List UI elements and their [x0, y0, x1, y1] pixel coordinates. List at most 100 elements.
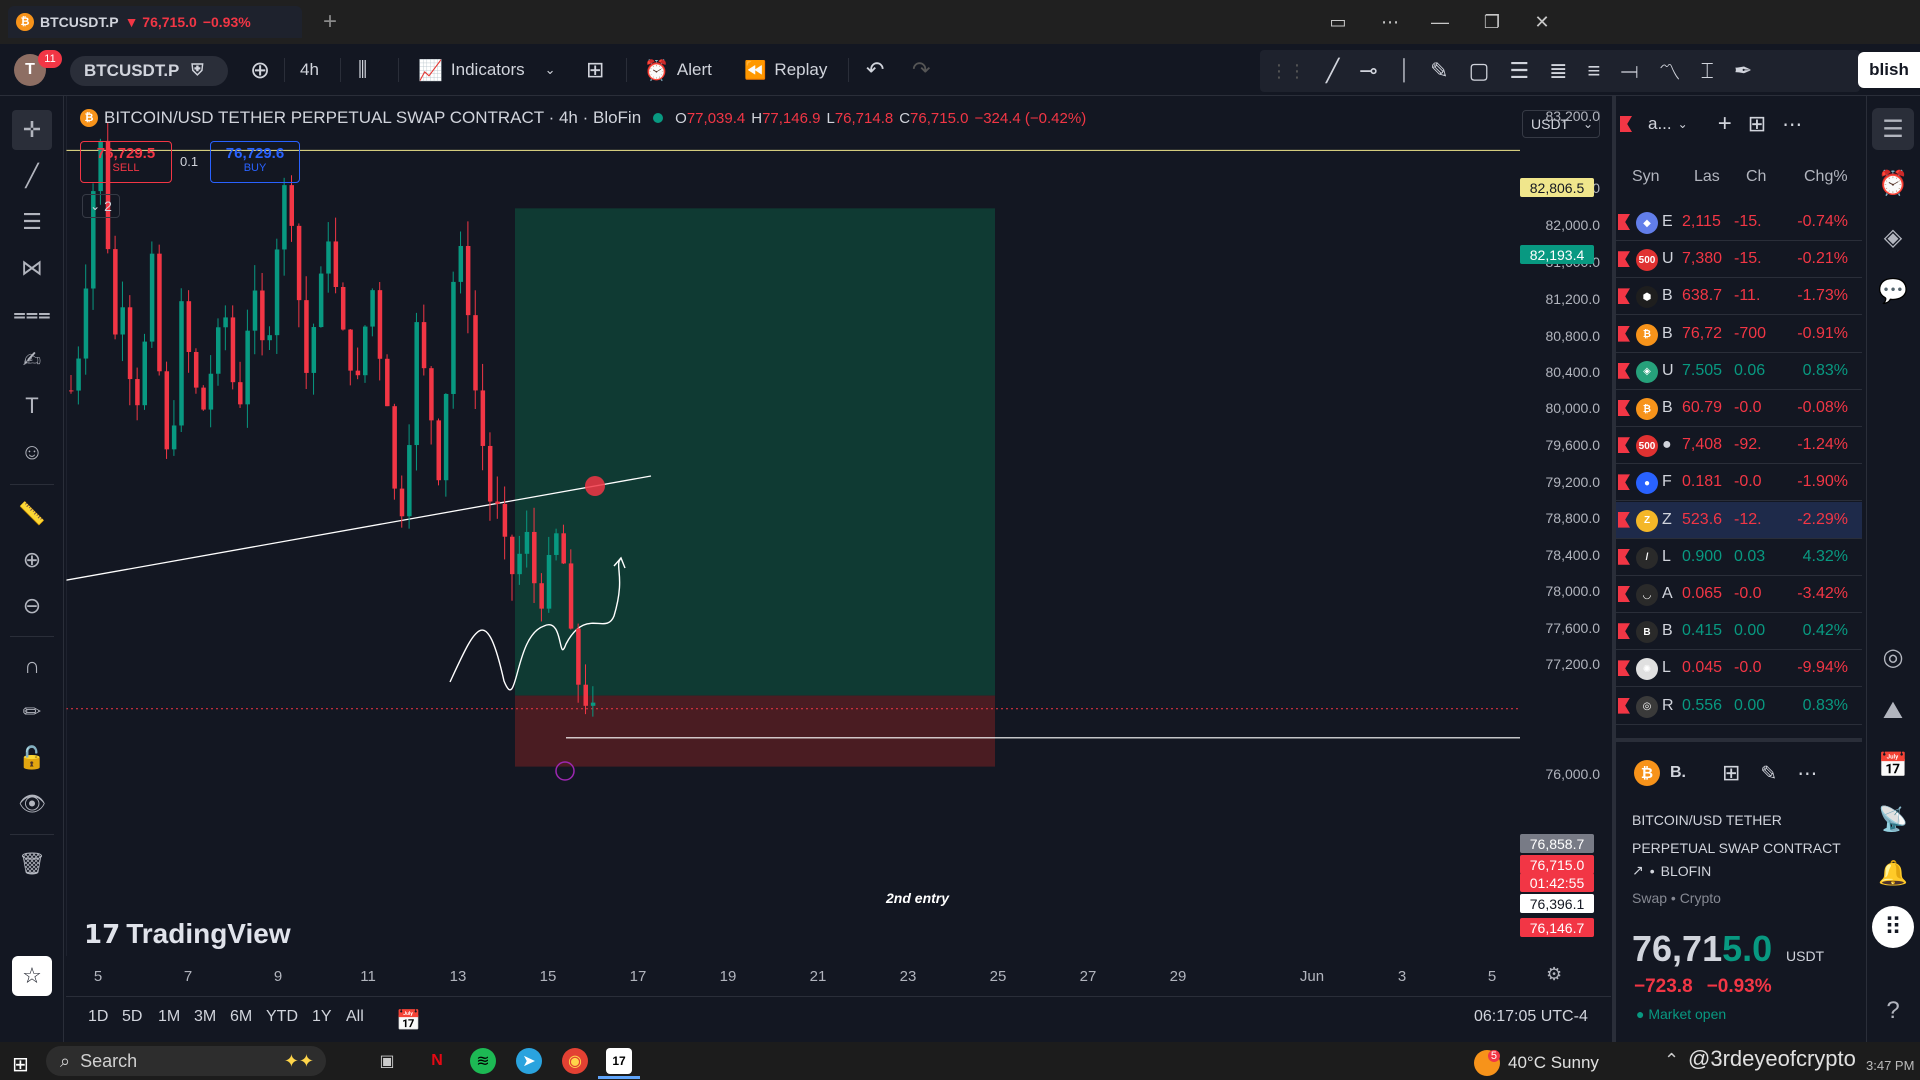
close-button[interactable]: ✕: [1522, 8, 1562, 36]
favorites-star-icon[interactable]: ☆: [12, 956, 52, 996]
interval-button[interactable]: 4h: [300, 52, 319, 88]
zoom-out-icon[interactable]: ⊖: [12, 586, 52, 626]
pitchfork-icon[interactable]: ≡: [1588, 58, 1601, 84]
measure-icon[interactable]: ⌶: [1701, 58, 1714, 84]
timeframe-button[interactable]: 1D: [88, 1008, 108, 1026]
path-icon[interactable]: 〽: [1659, 55, 1681, 87]
browser-tab[interactable]: ₿ BTCUSDT.P ▼ 76,715.0 −0.93%: [8, 6, 302, 38]
layout-icon[interactable]: ⊞: [1722, 760, 1740, 786]
flag-icon[interactable]: [1618, 660, 1630, 677]
cast-icon[interactable]: ▭: [1318, 8, 1358, 36]
watchlist-row[interactable]: ◆ E 2,115 -15. -0.74%: [1616, 204, 1862, 241]
netflix-icon[interactable]: N: [424, 1048, 450, 1074]
fib-tool-icon[interactable]: ☰: [12, 202, 52, 242]
timeframe-button[interactable]: 3M: [194, 1008, 216, 1026]
calendar-icon[interactable]: 📅: [1872, 744, 1914, 786]
chevron-up-icon[interactable]: ⌃: [1664, 1050, 1679, 1071]
flag-icon[interactable]: [1618, 400, 1630, 416]
flag-icon[interactable]: [1618, 586, 1630, 602]
flag-icon[interactable]: [1618, 251, 1630, 268]
watchlist-row[interactable]: / L 0.900 0.03 4.32%: [1616, 539, 1862, 576]
lock-icon[interactable]: 🔓: [12, 738, 52, 778]
watchlist-row[interactable]: B B 0.415 0.00 0.42%: [1616, 613, 1862, 651]
timeframe-button[interactable]: 5D: [122, 1008, 142, 1026]
col-change[interactable]: Ch: [1746, 168, 1766, 186]
clock[interactable]: 06:17:05 UTC-4: [1474, 1008, 1588, 1026]
flag-icon[interactable]: [1618, 325, 1630, 342]
emoji-icon[interactable]: ☺: [12, 432, 52, 472]
flag-icon[interactable]: [1618, 511, 1630, 528]
watchlist-row[interactable]: ₿ B 76,72 -700 -0.91%: [1616, 316, 1862, 353]
help-icon[interactable]: ?: [1872, 990, 1914, 1032]
crosshair-icon[interactable]: ✛: [12, 110, 52, 150]
chevron-down-icon[interactable]: ⌄: [1678, 117, 1688, 131]
add-symbol-icon[interactable]: +: [1718, 110, 1732, 138]
sell-button[interactable]: 76,729.5 SELL: [80, 141, 172, 183]
weather-widget[interactable]: 5 40°C Sunny: [1474, 1050, 1599, 1076]
fib-icon[interactable]: ≣: [1549, 58, 1567, 84]
trash-icon[interactable]: 🗑: [12, 844, 52, 884]
flag-icon[interactable]: [1618, 214, 1630, 230]
watchlist-row[interactable]: ₿ B 60.79 -0.0 -0.08%: [1616, 390, 1862, 427]
undo-icon[interactable]: ↶: [866, 52, 884, 88]
second-entry-annotation[interactable]: 2nd entry: [886, 890, 949, 906]
layout-grid-icon[interactable]: ⊞: [586, 52, 604, 88]
publish-button[interactable]: blish: [1858, 52, 1920, 88]
magnet-icon[interactable]: ∩: [12, 646, 52, 686]
settings-gear-icon[interactable]: ⚙: [1546, 964, 1562, 985]
more-options-icon[interactable]: ⋯: [1797, 761, 1817, 786]
flag-icon[interactable]: [1620, 116, 1632, 132]
flag-icon[interactable]: [1618, 548, 1630, 565]
minimize-button[interactable]: —: [1420, 8, 1460, 36]
more-icon[interactable]: ⋯: [1370, 8, 1410, 36]
vertical-line-icon[interactable]: ⏐: [1398, 58, 1410, 84]
col-last[interactable]: Las: [1694, 168, 1720, 186]
horizontal-ray-icon[interactable]: ⊸: [1359, 58, 1377, 84]
streams-icon[interactable]: 📡: [1872, 798, 1914, 840]
flag-icon[interactable]: [1618, 474, 1630, 491]
edit-icon[interactable]: ✎: [1760, 761, 1777, 786]
layers-icon[interactable]: ◈: [1872, 216, 1914, 258]
forecast-tool-icon[interactable]: ⩶: [12, 294, 52, 334]
apps-grid-icon[interactable]: ⠿: [1872, 906, 1914, 948]
collapse-indicators-button[interactable]: ⌄ 2: [82, 194, 120, 218]
details-exchange[interactable]: ↗ • BLOFIN: [1632, 862, 1711, 879]
symbol-search-button[interactable]: BTCUSDT.P ⛨: [70, 56, 228, 86]
col-change-percent[interactable]: Chg%: [1804, 168, 1848, 186]
horizontal-line-icon[interactable]: ⟞: [1620, 58, 1638, 84]
timeframe-button[interactable]: All: [346, 1008, 364, 1026]
rectangle-icon[interactable]: ▢: [1469, 58, 1490, 84]
replay-button[interactable]: ⏪ Replay: [744, 52, 827, 88]
timeframe-button[interactable]: 1Y: [312, 1008, 332, 1026]
candles-icon[interactable]: ⫼: [358, 52, 367, 88]
compare-add-icon[interactable]: ⊕: [246, 52, 274, 88]
watchlist-icon[interactable]: ☰: [1872, 108, 1914, 150]
system-time[interactable]: 3:47 PM: [1866, 1058, 1914, 1073]
watchlist-row[interactable]: ◈ U 7.505 0.06 0.83%: [1616, 353, 1862, 390]
table-view-icon[interactable]: ⊞: [1748, 111, 1766, 137]
flag-icon[interactable]: [1618, 288, 1630, 305]
ideas-icon[interactable]: ⛰: [1872, 690, 1914, 732]
pattern-tool-icon[interactable]: ⋈: [12, 248, 52, 288]
col-symbol[interactable]: Syn: [1632, 168, 1660, 186]
target-icon[interactable]: ◎: [1872, 636, 1914, 678]
pencil-lock-icon[interactable]: ✏: [12, 692, 52, 732]
trend-line-icon[interactable]: ╱: [1326, 58, 1339, 84]
watchlist-name[interactable]: a...: [1648, 114, 1672, 134]
chevron-down-icon[interactable]: ⌄: [545, 62, 556, 78]
pen-icon[interactable]: ✒: [1734, 58, 1752, 84]
flag-icon[interactable]: [1618, 437, 1630, 454]
flag-icon[interactable]: [1618, 362, 1630, 379]
timeframe-button[interactable]: 1M: [158, 1008, 180, 1026]
indicators-button[interactable]: 📈 Indicators ⌄: [418, 52, 556, 88]
chart-title[interactable]: BITCOIN/USD TETHER PERPETUAL SWAP CONTRA…: [104, 108, 641, 128]
watchlist-row[interactable]: ◡ A 0.065 -0.0 -3.42%: [1616, 576, 1862, 613]
watchlist-row[interactable]: ● F 0.181 -0.0 -1.90%: [1616, 464, 1862, 502]
redo-icon[interactable]: ↷: [912, 52, 930, 88]
watchlist-row[interactable]: ◎ R 0.556 0.00 0.83%: [1616, 688, 1862, 725]
details-short-name[interactable]: B.: [1670, 764, 1686, 782]
task-view-icon[interactable]: ▣: [374, 1048, 400, 1074]
brush-icon[interactable]: ✎: [1430, 58, 1448, 84]
telegram-icon[interactable]: ➤: [516, 1048, 542, 1074]
taskbar-search[interactable]: ⌕ Search ✦✦: [46, 1046, 326, 1076]
